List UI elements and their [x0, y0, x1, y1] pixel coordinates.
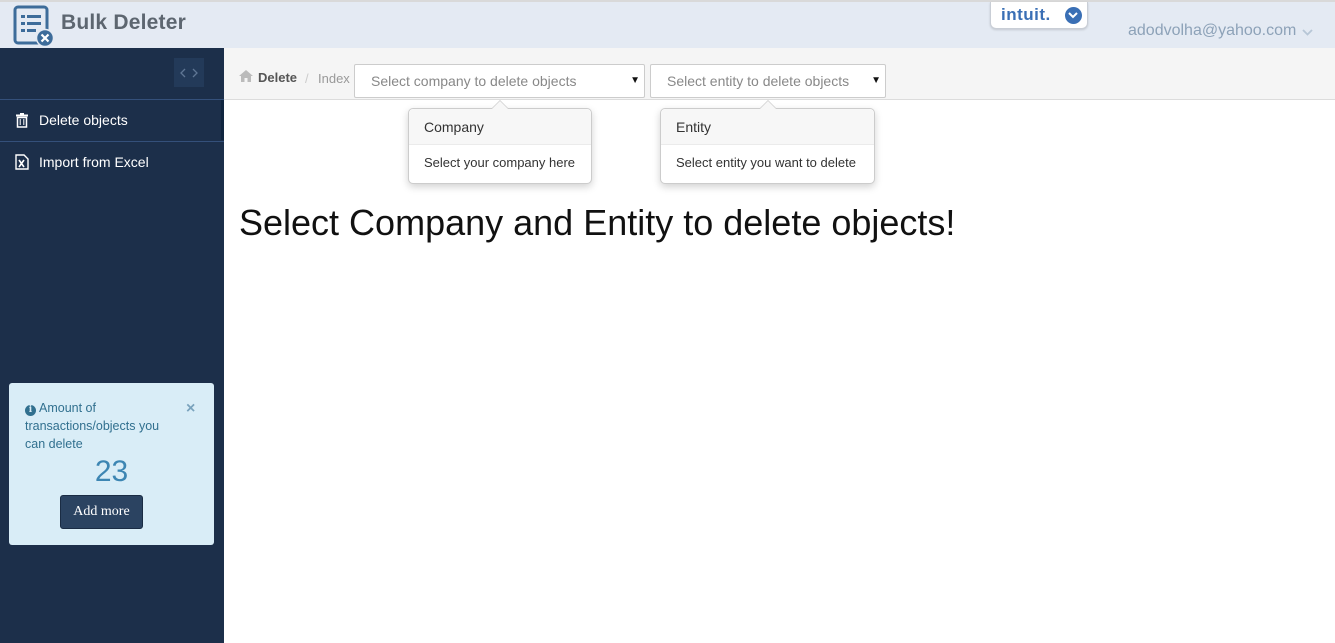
list-delete-icon — [13, 5, 55, 48]
top-bar: Bulk Deleter intuit. adodvolha@yahoo.com — [0, 0, 1335, 48]
sidebar-item-import-excel[interactable]: Import from Excel — [0, 142, 224, 182]
intuit-menu[interactable]: intuit. — [990, 2, 1088, 29]
entity-popover: Entity Select entity you want to delete — [660, 100, 875, 184]
add-more-button[interactable]: Add more — [60, 495, 143, 529]
sidebar-collapse-button[interactable] — [174, 58, 204, 87]
popover-arrow — [491, 100, 509, 109]
breadcrumb-home[interactable]: Delete — [239, 70, 297, 85]
quota-message: i Amount of transactions/objects you can … — [25, 399, 175, 453]
collapse-arrows-icon — [180, 68, 198, 77]
company-popover: Company Select your company here — [408, 100, 592, 184]
close-icon[interactable]: × — [186, 400, 195, 418]
popover-arrow — [758, 100, 777, 109]
intuit-logo: intuit. — [1001, 5, 1051, 24]
breadcrumb-separator: / — [305, 71, 309, 86]
sidebar-item-label: Import from Excel — [39, 154, 149, 170]
breadcrumb-current: Index — [318, 71, 350, 86]
entity-select[interactable]: Select entity to delete objects ▼ — [650, 64, 886, 98]
dropdown-arrow-icon: ▼ — [630, 75, 640, 86]
popover-title: Company — [409, 109, 591, 145]
breadcrumb-home-label: Delete — [258, 70, 298, 85]
quota-info-box: i Amount of transactions/objects you can … — [9, 383, 214, 545]
excel-icon — [14, 154, 30, 170]
sidebar-item-delete-objects[interactable]: Delete objects — [0, 100, 224, 140]
breadcrumb-bar: Delete / Index Select company to delete … — [224, 48, 1335, 100]
page-headline: Select Company and Entity to delete obje… — [239, 202, 956, 243]
company-select-placeholder: Select company to delete objects — [371, 73, 577, 89]
trash-icon — [14, 112, 30, 128]
popover-title: Entity — [661, 109, 874, 145]
chevron-down-icon — [1302, 23, 1313, 41]
dropdown-arrow-icon: ▼ — [871, 75, 881, 86]
popover-body: Select your company here — [424, 155, 576, 170]
user-email: adodvolha@yahoo.com — [1128, 21, 1297, 39]
sidebar-item-label: Delete objects — [39, 112, 128, 128]
app-title: Bulk Deleter — [61, 11, 186, 34]
sidebar: Delete objects Import from Excel i Amount… — [0, 48, 224, 643]
quota-count: 23 — [94, 455, 129, 488]
quota-message-text: Amount of transactions/objects you can d… — [25, 401, 160, 451]
info-icon: i — [25, 405, 36, 416]
brand[interactable]: Bulk Deleter — [13, 5, 186, 48]
popover-body: Select entity you want to delete — [676, 155, 856, 170]
entity-select-placeholder: Select entity to delete objects — [667, 73, 850, 89]
home-icon — [239, 70, 253, 85]
company-select[interactable]: Select company to delete objects ▼ — [354, 64, 645, 98]
chevron-down-icon — [1064, 6, 1082, 24]
user-menu[interactable]: adodvolha@yahoo.com — [1128, 20, 1313, 41]
